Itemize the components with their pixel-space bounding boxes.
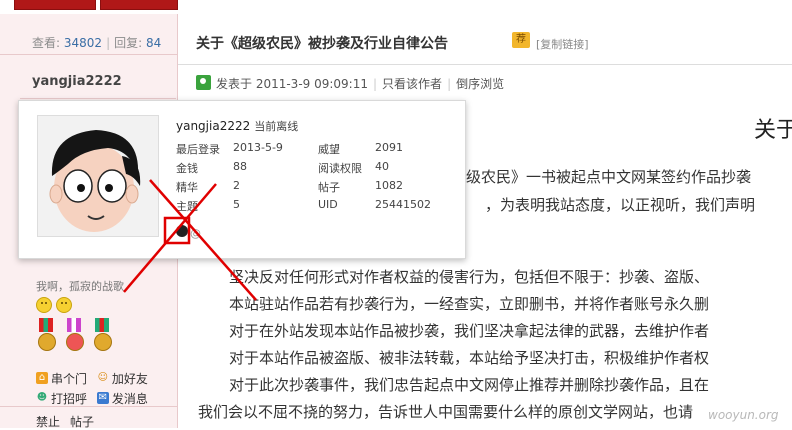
stat-value: 2 (233, 179, 240, 192)
medal-icon (92, 318, 112, 354)
stats-row: 金钱 88 阅读权限 40 (176, 160, 456, 178)
divider (0, 406, 177, 407)
qq-penguin-icon (176, 225, 188, 237)
stat-label: 金钱 (176, 162, 198, 175)
stat-value: 5 (233, 198, 240, 211)
copy-link-button[interactable]: [复制链接] (536, 36, 589, 52)
watermark: wooyun.org (708, 408, 779, 422)
stats-row: 最后登录 2013-5-9 威望 2091 (176, 141, 456, 159)
author-actions: ⌂ 串个门 ☺ 加好友 ☻ 打招呼 ✉ 发消息 (36, 368, 176, 408)
popup-username-text: yangjia2222 (176, 119, 251, 133)
ban-link[interactable]: 禁止 (36, 415, 60, 429)
nav-button-left[interactable] (14, 0, 96, 10)
stat-label: 阅读权限 (318, 162, 362, 175)
stats-row: 主题 5 UID 25441502 (176, 198, 456, 216)
message-icon: ✉ (96, 392, 109, 404)
post-meta: 发表于 2011-3-9 09:09:11 | 只看该作者 | 倒序浏览 (178, 66, 792, 96)
qq-contact-button[interactable]: @ (176, 225, 206, 240)
thread-title: 关于《超级农民》被抄袭及行业自律公告 (196, 36, 448, 52)
smiley-icon (56, 297, 72, 313)
thread-stats: 查看: 34802 | 回复: 84 (0, 14, 177, 55)
post-line: ，为表明我站态度，以正视听，我们声明 (485, 196, 756, 214)
stat-label: 最后登录 (176, 143, 220, 156)
add-friend-button[interactable]: ☺ 加好友 (97, 368, 148, 388)
user-info-popup: yangjia2222 当前离线 最后登录 2013-5-9 威望 2091 金钱 88… (18, 100, 466, 259)
replies-label: 回复: (114, 36, 143, 50)
online-user-icon (196, 75, 211, 90)
visit-button[interactable]: ⌂ 串个门 (36, 368, 87, 388)
greet-button[interactable]: ☻ 打招呼 (36, 388, 87, 408)
qq-badge-text: @ (190, 227, 201, 240)
nav-button-right[interactable] (100, 0, 178, 10)
add-friend-label: 加好友 (111, 371, 148, 386)
stat-label: 精华 (176, 181, 198, 194)
stat-value: 88 (233, 160, 247, 173)
post-line: 坚决反对任何形式对作者权益的侵害行为，包括但不限于：抄袭、盗版、 (229, 268, 710, 286)
popup-username[interactable]: yangjia2222 当前离线 (176, 118, 298, 134)
add-friend-icon: ☺ (97, 372, 109, 383)
views-label: 查看: (32, 36, 61, 50)
stats-row: 精华 2 帖子 1082 (176, 179, 456, 197)
message-button[interactable]: ✉ 发消息 (96, 388, 148, 408)
only-author-link[interactable]: 只看该作者 (382, 77, 442, 91)
avatar[interactable] (37, 115, 159, 237)
online-status: 当前离线 (254, 120, 299, 133)
author-signature: 我啊，孤寂的战歌 (36, 280, 124, 293)
stat-value: 2091 (375, 141, 403, 154)
avatar-cartoon-icon (38, 116, 158, 236)
replies-count: 84 (145, 36, 162, 50)
message-label: 发消息 (111, 391, 148, 406)
home-icon: ⌂ (36, 372, 48, 384)
greet-label: 打招呼 (51, 391, 88, 406)
stat-label: UID (318, 198, 338, 211)
stat-value: 1082 (375, 179, 403, 192)
views-count: 34802 (63, 36, 103, 50)
post-heading: 关于 (754, 118, 792, 143)
top-bar (0, 0, 792, 14)
stat-label: 主题 (176, 200, 198, 213)
stat-value: 40 (375, 160, 389, 173)
stat-label: 威望 (318, 143, 340, 156)
medal-list (36, 318, 116, 357)
stat-label: 帖子 (318, 181, 340, 194)
visit-label: 串个门 (51, 371, 88, 386)
thread-header: 关于《超级农民》被抄袭及行业自律公告 荐 [复制链接] (178, 14, 792, 65)
post-line: 对于在外站发现本站作品被抄袭，我们坚决拿起法律的武器，去维护作者 (229, 322, 710, 340)
author-username[interactable]: yangjia2222 (32, 74, 122, 89)
divider (20, 98, 176, 99)
stat-value: 25441502 (375, 198, 431, 211)
posts-link[interactable]: 帖子 (70, 415, 94, 429)
post-line: 我们会以不屈不挠的努力，告诉世人中国需要什么样的原创文学网站，也请 (198, 403, 694, 421)
greet-icon: ☻ (36, 392, 48, 403)
post-line: 本站驻站作品若有抄袭行为，一经查实，立即删书，并将作者账号永久删 (229, 295, 710, 313)
smiley-icon (36, 297, 52, 313)
post-line: 对于本站作品被盗版、被非法转载，本站给予坚决打击，积极维护作者权 (229, 349, 710, 367)
post-time: 发表于 2011-3-9 09:09:11 (216, 77, 368, 91)
medal-icon (64, 318, 84, 354)
thread-type-icon: 荐 (512, 32, 530, 48)
post-line: 级农民》一书被起点中文网某签约作品抄袭 (466, 168, 752, 186)
reverse-order-link[interactable]: 倒序浏览 (456, 77, 504, 91)
smiley-badges (36, 297, 76, 316)
stat-value: 2013-5-9 (233, 141, 283, 154)
admin-links: 禁止 帖子 (36, 413, 104, 430)
medal-icon (36, 318, 56, 354)
post-line: 对于此次抄袭事件，我们忠告起点中文网停止推荐并删除抄袭作品，且在 (229, 376, 710, 394)
